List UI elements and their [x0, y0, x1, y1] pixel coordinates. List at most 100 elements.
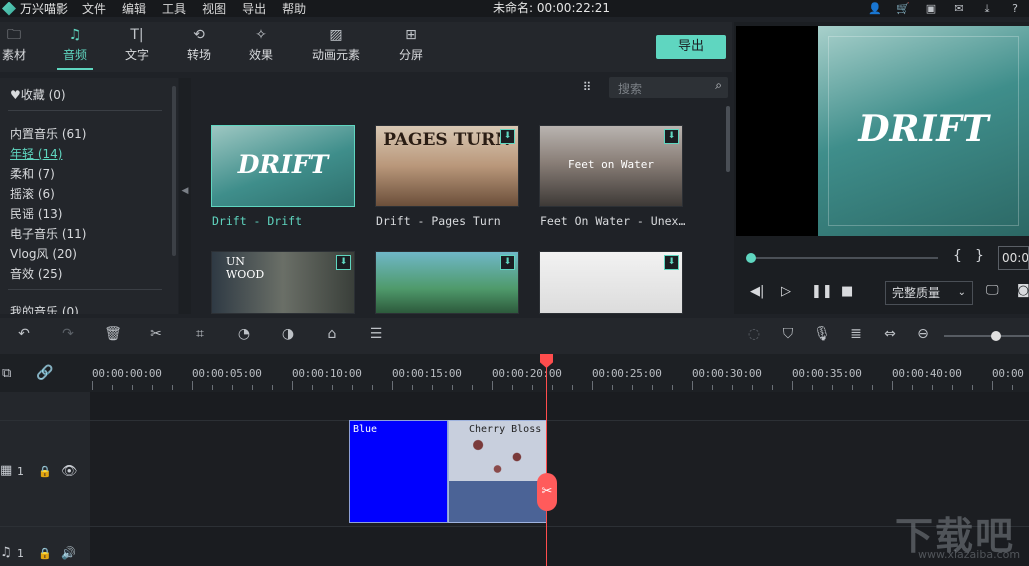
- redo-icon[interactable]: ↷: [58, 326, 78, 342]
- mixer-icon[interactable]: ≣: [846, 326, 866, 342]
- tab-label: 文字: [124, 48, 149, 62]
- mark-out-button[interactable]: }: [975, 248, 984, 264]
- speed-icon[interactable]: ◔: [234, 326, 254, 342]
- export-button[interactable]: 导出: [656, 35, 726, 59]
- fit-timeline-icon[interactable]: ⇔: [880, 326, 900, 342]
- sidebar-item-vlog[interactable]: Vlog风 (20): [10, 245, 77, 262]
- snapshot-icon[interactable]: ◙: [1017, 283, 1029, 298]
- cut-icon[interactable]: ✂: [146, 326, 166, 342]
- collapse-sidebar-handle[interactable]: ◀: [179, 78, 191, 314]
- download-icon[interactable]: ⬇: [664, 255, 679, 270]
- menu-view[interactable]: 视图: [202, 0, 226, 17]
- search-icon[interactable]: ⌕: [715, 78, 722, 93]
- adjust-icon[interactable]: ☰: [366, 326, 386, 342]
- download-icon[interactable]: ⬇: [500, 255, 515, 270]
- sidebar-item-electronic[interactable]: 电子音乐 (11): [10, 225, 86, 242]
- grid-scrollbar[interactable]: [726, 106, 730, 172]
- tab-effects[interactable]: ✧ 效果: [233, 22, 289, 72]
- tab-split-screen[interactable]: ⊞ 分屏: [383, 22, 439, 72]
- green-screen-icon[interactable]: ⌂: [322, 326, 342, 342]
- ruler-tick: [212, 385, 213, 390]
- tab-media[interactable]: 🗀 素材: [0, 22, 42, 72]
- display-settings-icon[interactable]: 🖵: [986, 283, 999, 298]
- zoom-slider-track[interactable]: [944, 335, 1029, 337]
- sidebar-item-soft[interactable]: 柔和 (7): [10, 165, 55, 182]
- timeline-clip[interactable]: Blue: [349, 420, 448, 523]
- download-icon[interactable]: ⬇: [500, 129, 515, 144]
- download-icon[interactable]: ⬇: [336, 255, 351, 270]
- speaker-icon[interactable]: 🔊: [61, 546, 76, 560]
- tab-audio[interactable]: ♫ 音频: [47, 22, 103, 72]
- tab-transition[interactable]: ⟲ 转场: [171, 22, 227, 72]
- microphone-icon[interactable]: 🎙: [812, 326, 832, 342]
- link-icon[interactable]: 🔗: [36, 365, 53, 381]
- delete-icon[interactable]: 🗑: [103, 326, 123, 342]
- app-name: 万兴喵影: [20, 2, 69, 16]
- track-lane-empty[interactable]: [90, 392, 1029, 420]
- audio-title[interactable]: Feet On Water - Unex…: [540, 214, 685, 228]
- sidebar-scrollbar[interactable]: [172, 86, 176, 256]
- audio-thumbnail[interactable]: ⬇: [539, 251, 683, 314]
- ruler-tick: [512, 385, 513, 390]
- marker-icon[interactable]: ⛉: [778, 326, 798, 342]
- menu-export[interactable]: 导出: [242, 0, 266, 17]
- download-icon[interactable]: ⬇: [664, 129, 679, 144]
- zoom-out-icon[interactable]: ⊖: [913, 326, 933, 342]
- sidebar-item-rock[interactable]: 摇滚 (6): [10, 185, 55, 202]
- mark-in-button[interactable]: {: [953, 248, 962, 264]
- divider: [8, 289, 162, 290]
- playhead-line[interactable]: [546, 354, 547, 566]
- pause-icon[interactable]: ❚❚: [811, 284, 833, 299]
- menu-file[interactable]: 文件: [82, 0, 106, 17]
- timeline-clip[interactable]: Cherry Bloss: [448, 420, 547, 523]
- sidebar-item-favorites[interactable]: ♥收藏 (0): [10, 86, 66, 103]
- render-icon[interactable]: ◌: [744, 326, 764, 342]
- ruler-tick: [552, 385, 553, 390]
- split-scissors-button[interactable]: ✂: [537, 473, 557, 511]
- effects-icon: ✧: [255, 27, 267, 43]
- grid-view-icon[interactable]: ⠿: [579, 79, 595, 95]
- audio-title[interactable]: Drift - Drift: [212, 214, 302, 228]
- sidebar-item-young[interactable]: 年轻 (14): [10, 145, 62, 162]
- mail-icon[interactable]: ✉: [945, 2, 973, 15]
- audio-title[interactable]: Drift - Pages Turn: [376, 214, 501, 228]
- color-icon[interactable]: ◑: [278, 326, 298, 342]
- preview-progress-knob[interactable]: [746, 253, 756, 263]
- save-icon[interactable]: ▣: [917, 2, 945, 15]
- audio-track-lane[interactable]: [90, 526, 1029, 566]
- cart-icon[interactable]: 🛒: [889, 2, 917, 15]
- lock-icon[interactable]: 🔒: [38, 547, 52, 560]
- play-icon[interactable]: ▷: [781, 284, 791, 299]
- audio-thumbnail[interactable]: UN WOOD ⬇: [211, 251, 355, 314]
- add-track-icon[interactable]: ⧉: [2, 366, 11, 381]
- eye-icon[interactable]: 👁: [61, 464, 78, 479]
- download-icon[interactable]: ⤓: [973, 2, 1001, 16]
- audio-thumbnail[interactable]: DRIFT: [211, 125, 355, 207]
- sidebar-item-folk[interactable]: 民谣 (13): [10, 205, 62, 222]
- undo-icon[interactable]: ↶: [14, 326, 34, 342]
- tab-elements[interactable]: ▨ 动画元素: [305, 22, 367, 72]
- sidebar-item-builtin[interactable]: 内置音乐 (61): [10, 125, 86, 142]
- step-back-icon[interactable]: ◀|: [750, 284, 764, 299]
- sidebar-item-sound-effects[interactable]: 音效 (25): [10, 265, 62, 282]
- menu-help[interactable]: 帮助: [282, 0, 306, 17]
- stop-icon[interactable]: ■: [841, 284, 853, 299]
- menu-edit[interactable]: 编辑: [122, 0, 146, 17]
- audio-thumbnail[interactable]: Feet on Water ⬇: [539, 125, 683, 207]
- sidebar-item-my-music[interactable]: 我的音乐 (0): [10, 303, 79, 314]
- video-track-lane[interactable]: [90, 420, 1029, 526]
- ruler-tick: [492, 381, 493, 390]
- audio-thumbnail[interactable]: PAGES TURN ⬇: [375, 125, 519, 207]
- search-input[interactable]: 搜索 ⌕: [609, 77, 728, 98]
- quality-select[interactable]: 完整质量 ⌄: [885, 281, 973, 305]
- crop-icon[interactable]: ⌗: [190, 326, 210, 342]
- preview-progress-track[interactable]: [748, 257, 938, 259]
- tab-text[interactable]: T| 文字: [109, 22, 165, 72]
- help-icon[interactable]: ?: [1001, 2, 1029, 15]
- zoom-slider-knob[interactable]: [991, 331, 1001, 341]
- ruler-tick: [792, 381, 793, 390]
- user-icon[interactable]: 👤: [861, 2, 889, 15]
- lock-icon[interactable]: 🔒: [38, 465, 52, 478]
- menu-tools[interactable]: 工具: [162, 0, 186, 17]
- audio-thumbnail[interactable]: ⬇: [375, 251, 519, 314]
